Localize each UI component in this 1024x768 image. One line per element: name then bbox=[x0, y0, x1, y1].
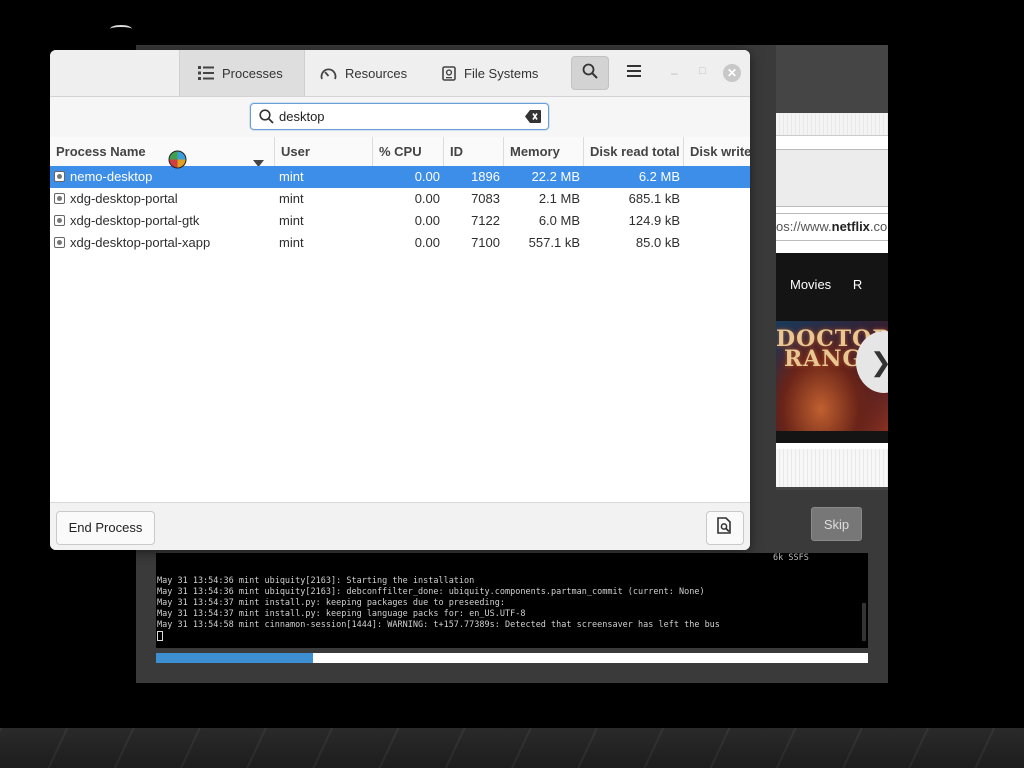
tab-processes[interactable]: Processes bbox=[179, 50, 305, 96]
table-row[interactable]: nemo-desktop mint 0.00 1896 22.2 MB 6.2 … bbox=[50, 166, 750, 188]
installer-slideshow: os://www.netflix.co Movies R DOCTOR RANGE… bbox=[776, 45, 888, 490]
install-progress-bar bbox=[156, 653, 868, 663]
gauge-icon bbox=[320, 66, 337, 81]
terminal-line: May 31 13:54:37 mint install.py: keeping… bbox=[157, 609, 526, 619]
terminal-top-text: 6k SSFS bbox=[773, 553, 809, 563]
process-icon bbox=[54, 171, 65, 182]
clear-search-icon[interactable] bbox=[525, 110, 541, 128]
search-input[interactable] bbox=[279, 107, 519, 126]
end-process-button[interactable]: End Process bbox=[56, 511, 155, 545]
search-entry[interactable] bbox=[250, 103, 549, 130]
tab-file-systems[interactable]: File Systems bbox=[442, 50, 562, 96]
table-row[interactable]: xdg-desktop-portal mint 0.00 7083 2.1 MB… bbox=[50, 188, 750, 210]
headerbar: Processes Resources File Systems – □ ✕ bbox=[50, 50, 750, 97]
properties-icon bbox=[717, 517, 733, 539]
search-icon bbox=[582, 63, 598, 84]
menu-button[interactable] bbox=[615, 56, 653, 90]
search-bar bbox=[50, 97, 750, 138]
column-header-id[interactable]: ID bbox=[444, 137, 504, 166]
terminal-scrollbar[interactable] bbox=[862, 603, 866, 641]
process-list: nemo-desktop mint 0.00 1896 22.2 MB 6.2 … bbox=[50, 166, 750, 254]
sort-descending-icon bbox=[253, 148, 264, 166]
disk-icon bbox=[442, 65, 456, 81]
skip-button[interactable]: Skip bbox=[811, 507, 862, 541]
action-bar: End Process bbox=[50, 502, 750, 550]
browser-toolbar bbox=[776, 113, 888, 136]
column-header-memory[interactable]: Memory bbox=[504, 137, 584, 166]
tab-resources[interactable]: Resources bbox=[320, 50, 440, 96]
terminal-line: May 31 13:54:37 mint install.py: keeping… bbox=[157, 598, 505, 608]
process-properties-button[interactable] bbox=[706, 511, 744, 545]
minimize-icon[interactable]: – bbox=[671, 66, 678, 80]
system-monitor-window: Processes Resources File Systems – □ ✕ d… bbox=[50, 50, 750, 550]
column-header-cpu[interactable]: % CPU bbox=[373, 137, 444, 166]
process-icon bbox=[54, 215, 65, 226]
list-icon bbox=[198, 66, 214, 80]
search-icon bbox=[259, 109, 274, 129]
browser-footer bbox=[776, 449, 888, 487]
slideshow-browser: os://www.netflix.co Movies R DOCTOR RANGE… bbox=[776, 113, 888, 487]
desktop-floor bbox=[0, 728, 1024, 768]
column-header-user[interactable]: User bbox=[275, 137, 373, 166]
hamburger-icon bbox=[626, 64, 642, 83]
column-header-process-name[interactable]: Process Name bbox=[50, 137, 275, 166]
column-header-disk-write[interactable]: Disk write bbox=[684, 137, 750, 166]
busy-cursor-icon bbox=[168, 150, 187, 169]
terminal-line: May 31 13:54:36 mint ubiquity[2163]: deb… bbox=[157, 587, 705, 597]
browser-url: os://www.netflix.co bbox=[776, 213, 888, 241]
table-row[interactable]: xdg-desktop-portal-xapp mint 0.00 7100 5… bbox=[50, 232, 750, 254]
terminal-cursor bbox=[157, 631, 163, 641]
terminal-line: May 31 13:54:58 mint cinnamon-session[14… bbox=[157, 620, 720, 630]
process-icon bbox=[54, 237, 65, 248]
column-header-disk-read[interactable]: Disk read total bbox=[584, 137, 684, 166]
browser-tabbar bbox=[776, 149, 888, 207]
search-toggle-button[interactable] bbox=[571, 56, 609, 90]
install-progress-fill bbox=[156, 653, 313, 663]
column-headers: Process Name User % CPU ID Memory Disk r… bbox=[50, 137, 750, 167]
terminal-line: May 31 13:54:36 mint ubiquity[2163]: Sta… bbox=[157, 576, 475, 586]
netflix-menu-movies: Movies R bbox=[790, 277, 863, 292]
close-icon[interactable]: ✕ bbox=[723, 64, 741, 82]
table-row[interactable]: xdg-desktop-portal-gtk mint 0.00 7122 6.… bbox=[50, 210, 750, 232]
busy-arc bbox=[110, 25, 132, 33]
netflix-page: Movies R DOCTORRANGE ❯ bbox=[776, 253, 888, 443]
maximize-icon[interactable]: □ bbox=[699, 65, 706, 77]
process-icon bbox=[54, 193, 65, 204]
installer-terminal: 6k SSFS May 31 13:54:36 mint ubiquity[21… bbox=[156, 553, 868, 648]
